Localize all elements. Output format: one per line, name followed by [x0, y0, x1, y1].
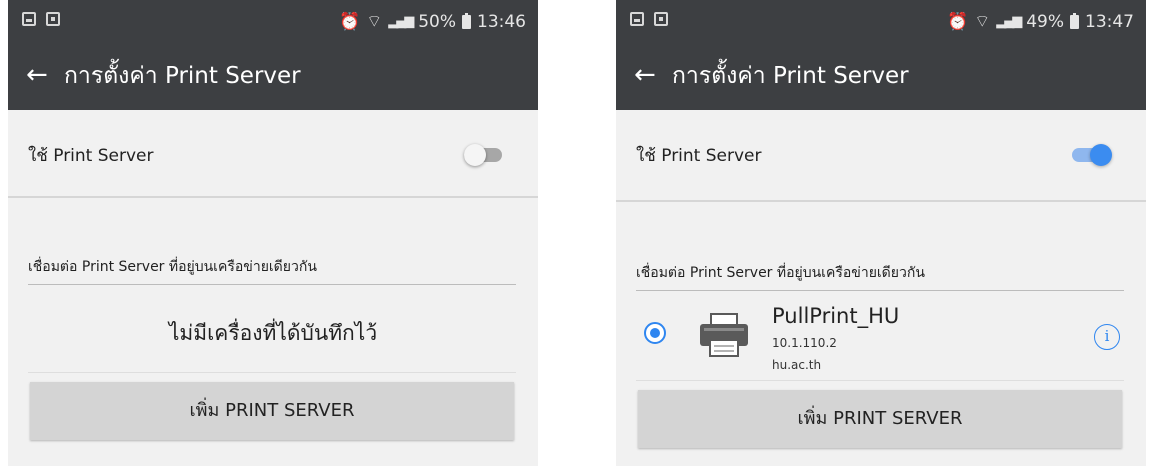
app-bar: ← การตั้งค่า Print Server — [616, 44, 1146, 110]
use-print-server-switch[interactable] — [1072, 144, 1114, 166]
server-ip: 10.1.110.2 — [772, 336, 837, 350]
server-domain: hu.ac.th — [772, 358, 822, 372]
empty-server-message: ไม่มีเครื่องที่ได้บันทึกไว้ — [168, 321, 378, 345]
switch-thumb — [1090, 144, 1112, 166]
signal-icon: ▂▄▆ — [996, 14, 1022, 29]
printer-icon — [700, 313, 748, 357]
server-select-radio[interactable] — [644, 322, 666, 344]
app-bar: ← การตั้งค่า Print Server — [8, 44, 538, 110]
phone-screen-right: ⏰ ⌔ ▂▄▆ 49% 13:47 ← การตั้งค่า Print Ser… — [616, 0, 1146, 466]
section-underline — [636, 290, 1124, 291]
page-title: การตั้งค่า Print Server — [672, 63, 909, 89]
clock: 13:47 — [1085, 11, 1134, 32]
gallery-notification-icon — [630, 12, 644, 26]
section-label: เชื่อมต่อ Print Server ที่อยู่บนเครือข่า… — [636, 265, 925, 281]
row-separator — [636, 380, 1124, 381]
alarm-icon: ⏰ — [339, 11, 361, 32]
use-print-server-switch[interactable] — [464, 144, 506, 166]
back-arrow-icon[interactable]: ← — [26, 60, 48, 90]
divider — [8, 196, 538, 198]
wifi-icon: ⌔ — [974, 12, 991, 32]
status-bar: ⏰ ⌔ ▂▄▆ 49% 13:47 — [616, 0, 1146, 44]
switch-thumb — [464, 144, 486, 166]
alarm-icon: ⏰ — [947, 11, 969, 32]
use-print-server-row[interactable]: ใช้ Print Server — [8, 110, 538, 198]
use-print-server-row[interactable]: ใช้ Print Server — [616, 110, 1146, 198]
use-print-server-label: ใช้ Print Server — [28, 146, 154, 166]
back-arrow-icon[interactable]: ← — [634, 60, 656, 90]
signal-icon: ▂▄▆ — [388, 14, 414, 29]
section-underline — [28, 284, 516, 285]
app-notification-icon — [46, 12, 60, 26]
add-print-server-button[interactable]: เพิ่ม PRINT SERVER — [638, 390, 1122, 448]
server-name: PullPrint_HU — [772, 304, 900, 328]
battery-percent: 49% — [1026, 11, 1064, 32]
battery-percent: 50% — [418, 11, 456, 32]
section-label: เชื่อมต่อ Print Server ที่อยู่บนเครือข่า… — [28, 259, 317, 275]
print-server-list-item[interactable]: PullPrint_HU 10.1.110.2 hu.ac.th i — [636, 298, 1124, 380]
app-notification-icon — [654, 12, 668, 26]
phone-screen-left: ⏰ ⌔ ▂▄▆ 50% 13:46 ← การตั้งค่า Print Ser… — [8, 0, 538, 466]
divider — [616, 200, 1146, 202]
info-icon[interactable]: i — [1094, 324, 1120, 350]
row-separator — [28, 372, 516, 373]
page-title: การตั้งค่า Print Server — [64, 63, 301, 89]
status-bar: ⏰ ⌔ ▂▄▆ 50% 13:46 — [8, 0, 538, 44]
add-print-server-button[interactable]: เพิ่ม PRINT SERVER — [30, 382, 514, 440]
battery-icon — [1070, 12, 1079, 29]
use-print-server-label: ใช้ Print Server — [636, 146, 762, 166]
clock: 13:46 — [477, 11, 526, 32]
wifi-icon: ⌔ — [366, 12, 383, 32]
gallery-notification-icon — [22, 12, 36, 26]
battery-icon — [462, 12, 471, 29]
